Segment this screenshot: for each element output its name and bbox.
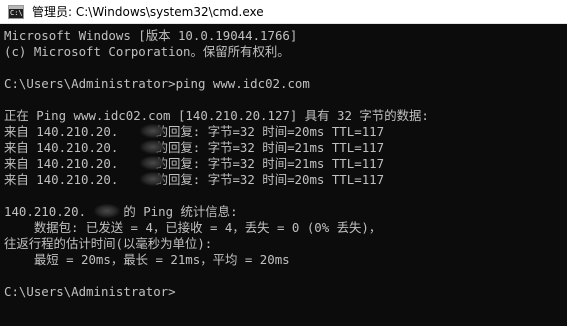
console-line-rtt-header: 往返行程的估计时间(以毫秒为单位): [4,236,213,251]
console-window: C:\ 管理员: C:\Windows\system32\cmd.exe Mic… [0,0,567,326]
console-output-area[interactable]: Microsoft Windows [版本 10.0.19044.1766] (… [0,24,567,326]
window-title: 管理员: C:\Windows\system32\cmd.exe [32,5,264,19]
redacted-ip-octet [140,140,166,154]
console-line-stats-header: 140.210.20. 的 Ping 统计信息: [4,204,238,219]
console-line-reply-3: 来自 140.210.20. 的回复: 字节=32 时间=21ms TTL=11… [4,156,385,171]
console-line-reply-2: 来自 140.210.20. 的回复: 字节=32 时间=21ms TTL=11… [4,140,385,155]
cmd-console-icon[interactable]: C:\ [8,5,24,19]
console-line-rtt-values: 最短 = 20ms，最长 = 21ms，平均 = 20ms [4,252,290,267]
redacted-ip-octet [94,204,120,218]
redacted-ip-octet [140,156,166,170]
console-line-reply-4: 来自 140.210.20. 的回复: 字节=32 时间=20ms TTL=11… [4,172,385,187]
console-line-copyright: (c) Microsoft Corporation。保留所有权利。 [4,44,290,59]
console-line-ping-header: 正在 Ping www.idc02.com [140.210.20.127] 具… [4,108,429,123]
console-line-reply-1: 来自 140.210.20. 的回复: 字节=32 时间=20ms TTL=11… [4,124,385,139]
console-line-version: Microsoft Windows [版本 10.0.19044.1766] [4,28,298,43]
console-line-packets: 数据包: 已发送 = 4，已接收 = 4，丢失 = 0 (0% 丢失)， [4,220,382,235]
console-line-prompt: C:\Users\Administrator> [4,284,176,299]
redacted-ip-octet [140,124,166,138]
title-bar[interactable]: C:\ 管理员: C:\Windows\system32\cmd.exe [0,0,567,24]
console-line-ping-command: C:\Users\Administrator>ping www.idc02.co… [4,76,310,91]
icon-prompt-text: C:\ [10,9,23,17]
redacted-ip-octet [140,172,166,186]
